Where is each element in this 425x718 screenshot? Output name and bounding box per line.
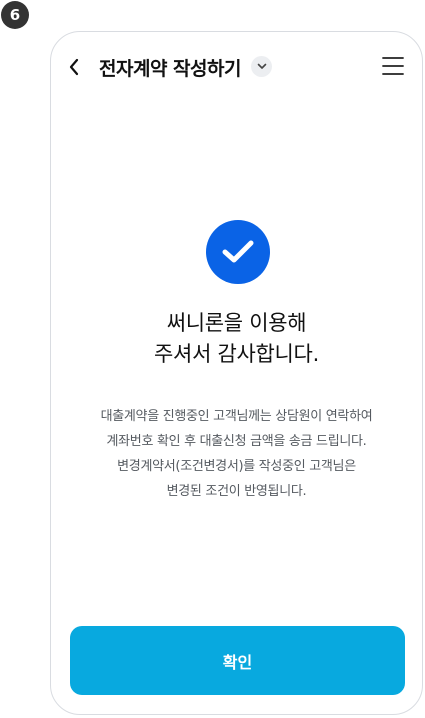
notice-line: 대출계약을 진행중인 고객님께는 상담원이 연락하여 [100, 409, 373, 424]
chevron-down-icon [257, 63, 266, 69]
check-circle-icon [206, 220, 270, 284]
app-header: 전자계약 작성하기 [51, 32, 422, 102]
hamburger-menu-icon [382, 57, 404, 75]
thank-you-message: 써니론을 이용해 주셔서 감사합니다. [51, 308, 422, 370]
thank-you-line: 써니론을 이용해 [166, 311, 307, 335]
phone-frame: 전자계약 작성하기 써니론을 이용해 주셔서 감사합니다. 대출계약을 진행중인… [50, 31, 423, 715]
thank-you-line: 주셔서 감사합니다. [154, 342, 319, 366]
notice-line: 계좌번호 확인 후 대출신청 금액을 송금 드립니다. [106, 434, 367, 449]
confirm-button[interactable]: 확인 [70, 626, 405, 695]
title-dropdown-button[interactable] [251, 56, 272, 77]
page-title: 전자계약 작성하기 [99, 58, 241, 80]
chevron-left-icon [69, 58, 79, 76]
step-number-badge: 6 [1, 1, 29, 29]
notice-line: 변경계약서(조건변경서)를 작성중인 고객님은 [117, 459, 356, 474]
checkmark-icon [222, 240, 254, 263]
back-button[interactable] [63, 53, 85, 81]
process-notice: 대출계약을 진행중인 고객님께는 상담원이 연락하여 계좌번호 확인 후 대출신… [51, 404, 422, 504]
notice-line: 변경된 조건이 반영됩니다. [166, 484, 307, 499]
menu-button[interactable] [382, 56, 404, 76]
